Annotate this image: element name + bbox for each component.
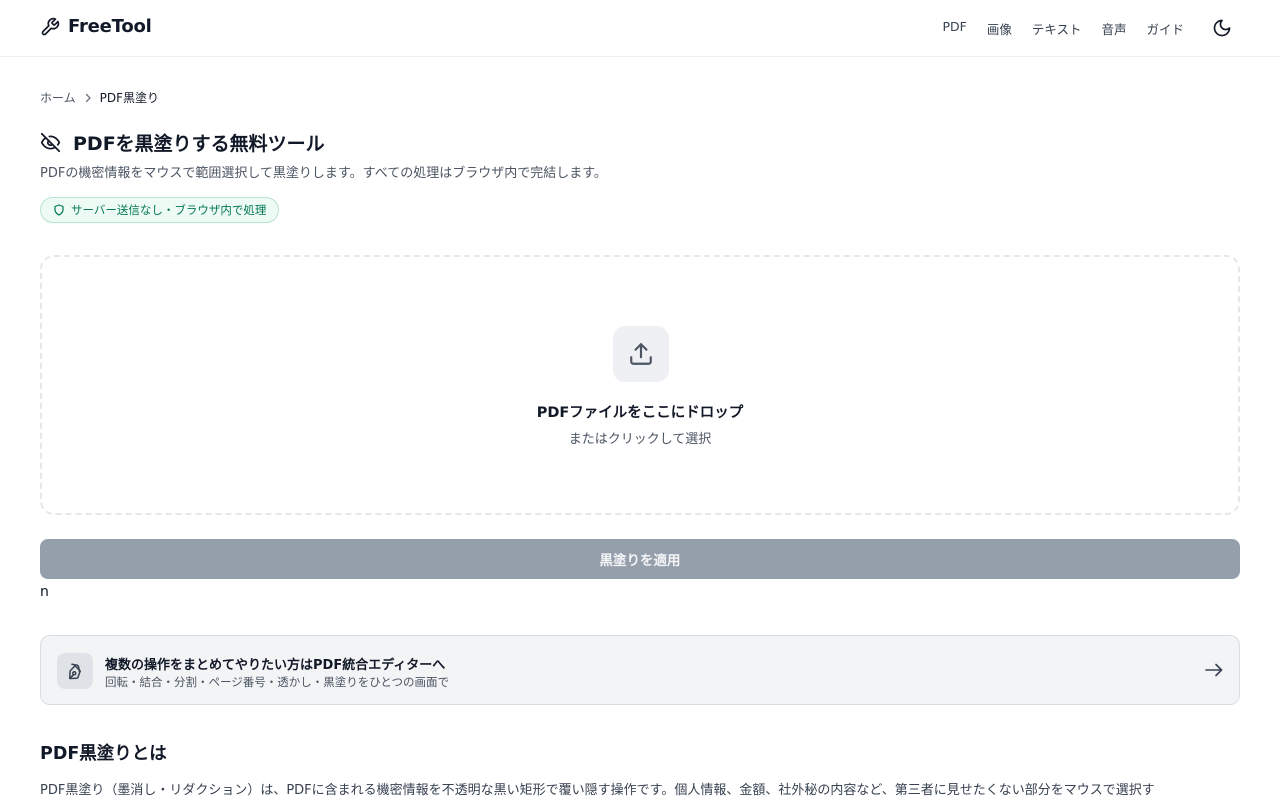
nav-item-pdf[interactable]: PDF [942, 19, 966, 38]
privacy-badge: サーバー送信なし・ブラウザ内で処理 [40, 197, 280, 223]
dropzone-title: PDFファイルをここにドロップ [536, 405, 744, 421]
nav-item-text[interactable]: テキスト [1032, 19, 1082, 38]
page-subtitle: PDFの機密情報をマウスで範囲選択して黒塗りします。すべての処理はブラウザ内で完… [40, 166, 607, 181]
logo-text: FreeTool [68, 16, 152, 37]
editor-icon-box [57, 653, 93, 689]
breadcrumb: ホーム PDF黒塗り [40, 89, 159, 106]
moon-icon[interactable] [1212, 18, 1232, 38]
site-header: FreeTool PDF 画像 テキスト 音声 ガイド [0, 0, 1280, 57]
dropzone-subtitle: またはクリックして選択 [568, 432, 712, 447]
pen-tool-icon [69, 663, 81, 680]
eye-off-icon [40, 132, 61, 153]
logo[interactable]: FreeTool [40, 16, 152, 37]
about-section-body: PDF黒塗り（墨消し・リダクション）は、PDFに含まれる機密情報を不透明な黒い矩… [40, 783, 1155, 798]
stray-text: n [40, 584, 49, 600]
about-section-title: PDF黒塗りとは [40, 744, 167, 764]
apply-redaction-button[interactable]: 黒塗りを適用 [40, 539, 1240, 579]
upload-icon-box [613, 326, 669, 382]
wrench-icon [41, 17, 60, 35]
pdf-editor-link-card[interactable]: 複数の操作をまとめてやりたい方はPDF統合エディターへ 回転・結合・分割・ページ… [40, 635, 1240, 705]
breadcrumb-home[interactable]: ホーム [40, 89, 76, 106]
pdf-dropzone[interactable]: PDFファイルをここにドロップ またはクリックして選択 [40, 255, 1240, 515]
privacy-badge-text: サーバー送信なし・ブラウザ内で処理 [71, 203, 267, 217]
main-nav: PDF 画像 テキスト 音声 ガイド [942, 19, 1184, 38]
chevron-right-icon [85, 93, 91, 102]
nav-item-audio[interactable]: 音声 [1101, 19, 1126, 38]
editor-card-title: 複数の操作をまとめてやりたい方はPDF統合エディターへ [105, 658, 446, 673]
editor-card-subtitle: 回転・結合・分割・ページ番号・透かし・黒塗りをひとつの画面で [105, 675, 449, 689]
nav-item-image[interactable]: 画像 [987, 19, 1012, 38]
breadcrumb-current: PDF黒塗り [99, 91, 160, 105]
page-title: PDFを黒塗りする無料ツール [73, 133, 325, 155]
upload-icon [630, 343, 652, 365]
arrow-right-icon [1205, 663, 1223, 677]
shield-icon [54, 204, 64, 216]
title-row: PDFを黒塗りする無料ツール [40, 129, 325, 156]
nav-item-guide[interactable]: ガイド [1146, 19, 1184, 38]
